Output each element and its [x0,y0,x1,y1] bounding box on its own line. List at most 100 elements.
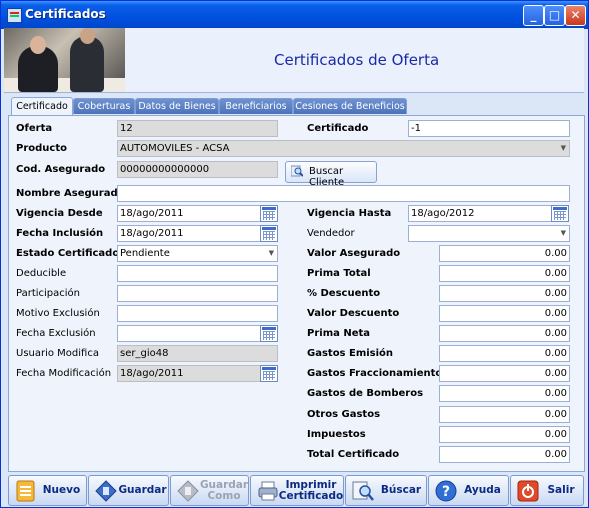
motivo-exclusion-label: Motivo Exclusión [16,308,100,319]
vendedor-select[interactable]: ▼ [408,225,570,242]
vigencia-desde-label: Vigencia Desde [16,208,103,219]
motivo-exclusion-field[interactable] [117,305,278,322]
usuario-modifica-label: Usuario Modifica [16,348,99,359]
gastos-emision-field[interactable]: 0.00 [439,345,570,362]
prima-neta-field[interactable]: 0.00 [439,325,570,342]
nombre-asegurado-label: Nombre Asegurado [16,188,125,199]
valor-asegurado-field[interactable]: 0.00 [439,245,570,262]
otros-gastos-label: Otros Gastos [307,409,381,420]
fecha-modificacion-field[interactable]: 18/ago/2011 [117,365,261,382]
valor-descuento-label: Valor Descuento [307,308,400,319]
usuario-modifica-field[interactable]: ser_gio48 [117,345,278,362]
ayuda-label: Ayuda [464,484,501,496]
estado-certificado-label: Estado Certificado [16,248,120,259]
valor-descuento-field[interactable]: 0.00 [439,305,570,322]
buscar-label: Búscar [380,484,422,496]
otros-gastos-field[interactable]: 0.00 [439,406,570,423]
tab-beneficiarios[interactable]: Beneficiarios [219,98,293,114]
minimize-button[interactable]: _ [523,5,544,26]
cod-asegurado-label: Cod. Asegurado [16,164,106,175]
tab-cesiones-de-beneficios[interactable]: Cesiones de Beneficios [293,98,407,114]
imprimir-certificado-button[interactable]: Imprimir Certificado [250,475,344,506]
participacion-field[interactable] [117,285,278,302]
total-certificado-label: Total Certificado [307,449,400,460]
nombre-asegurado-field[interactable] [117,185,570,202]
guardar-button[interactable]: Guardar [88,475,169,506]
fecha-exclusion-label: Fecha Exclusión [16,328,96,339]
chevron-down-icon: ▼ [268,249,274,257]
valor-asegurado-label: Valor Asegurado [307,248,401,259]
producto-select[interactable]: AUTOMOVILES - ACSA ▼ [117,140,570,157]
prima-neta-label: Prima Neta [307,328,371,339]
impuestos-label: Impuestos [307,429,366,440]
buscar-cliente-button[interactable]: Buscar Cliente [285,161,377,188]
calendar-icon[interactable] [551,205,569,222]
producto-label: Producto [16,143,67,154]
impuestos-field[interactable]: 0.00 [439,426,570,443]
save-as-icon [177,480,199,502]
ayuda-button[interactable]: ? Ayuda [428,475,509,506]
exit-icon [517,480,539,502]
chevron-down-icon: ▼ [560,229,566,237]
chevron-down-icon: ▼ [560,144,566,152]
business-people-photo [4,28,125,92]
guardar-como-button[interactable]: Guardar Como [170,475,249,506]
vigencia-desde-field[interactable]: 18/ago/2011 [117,205,261,222]
guardar-label: Guardar [118,484,167,496]
certificado-field[interactable]: -1 [408,120,570,137]
tab-coberturas[interactable]: Coberturas [73,98,135,114]
title-bar[interactable]: Certificados _ □ ✕ [1,1,588,29]
fecha-exclusion-field[interactable] [117,325,261,342]
tab-datos-de-bienes[interactable]: Datos de Bienes [135,98,219,114]
oferta-field[interactable]: 12 [117,120,278,137]
save-icon [95,480,117,502]
deducible-field[interactable] [117,265,278,282]
calendar-icon[interactable] [260,365,278,382]
nuevo-label: Nuevo [42,484,81,496]
producto-value: AUTOMOVILES - ACSA [120,143,230,154]
buscar-button[interactable]: Búscar [345,475,427,506]
vigencia-hasta-field[interactable]: 18/ago/2012 [408,205,552,222]
total-certificado-field[interactable]: 0.00 [439,446,570,463]
salir-button[interactable]: Salir [510,475,584,506]
tab-certificado[interactable]: Certificado [11,97,73,115]
search-icon [352,481,374,501]
certificados-window: Certificados _ □ ✕ Certificados de Ofert… [0,0,589,508]
svg-text:?: ? [442,484,450,500]
header-banner: Certificados de Oferta [4,28,584,93]
page-title: Certificados de Oferta [274,51,440,69]
maximize-button[interactable]: □ [544,5,565,26]
gastos-emision-label: Gastos Emisión [307,348,394,359]
close-button[interactable]: ✕ [565,5,586,26]
pct-descuento-label: % Descuento [307,288,381,299]
nuevo-button[interactable]: Nuevo [8,475,87,506]
cod-asegurado-field[interactable]: 00000000000000 [117,161,278,178]
vigencia-hasta-label: Vigencia Hasta [307,208,392,219]
imprimir-certificado-label: Imprimir Certificado [278,478,344,502]
window-title: Certificados [25,7,106,21]
calendar-icon[interactable] [260,325,278,342]
app-icon [7,8,22,23]
gastos-bomberos-field[interactable]: 0.00 [439,385,570,402]
oferta-label: Oferta [16,123,53,134]
participacion-label: Participación [16,288,81,299]
prima-total-field[interactable]: 0.00 [439,265,570,282]
guardar-como-label: Guardar Como [199,478,249,502]
gastos-fraccionamiento-label: Gastos Fraccionamiento [307,368,443,379]
new-document-icon [16,480,35,502]
pct-descuento-field[interactable]: 0.00 [439,285,570,302]
gastos-fraccionamiento-field[interactable]: 0.00 [439,365,570,382]
estado-certificado-select[interactable]: Pendiente ▼ [117,245,278,262]
help-icon: ? [435,480,457,502]
deducible-label: Deducible [16,268,67,279]
search-icon [291,165,303,177]
calendar-icon[interactable] [260,225,278,242]
fecha-modificacion-label: Fecha Modificación [16,368,112,379]
gastos-bomberos-label: Gastos de Bomberos [307,388,424,399]
vendedor-label: Vendedor [307,228,355,239]
bottom-toolbar: Nuevo Guardar Guardar Como Imprimir Cert… [4,472,586,506]
certificado-label: Certificado [307,123,369,134]
calendar-icon[interactable] [260,205,278,222]
prima-total-label: Prima Total [307,268,371,279]
fecha-inclusion-field[interactable]: 18/ago/2011 [117,225,261,242]
